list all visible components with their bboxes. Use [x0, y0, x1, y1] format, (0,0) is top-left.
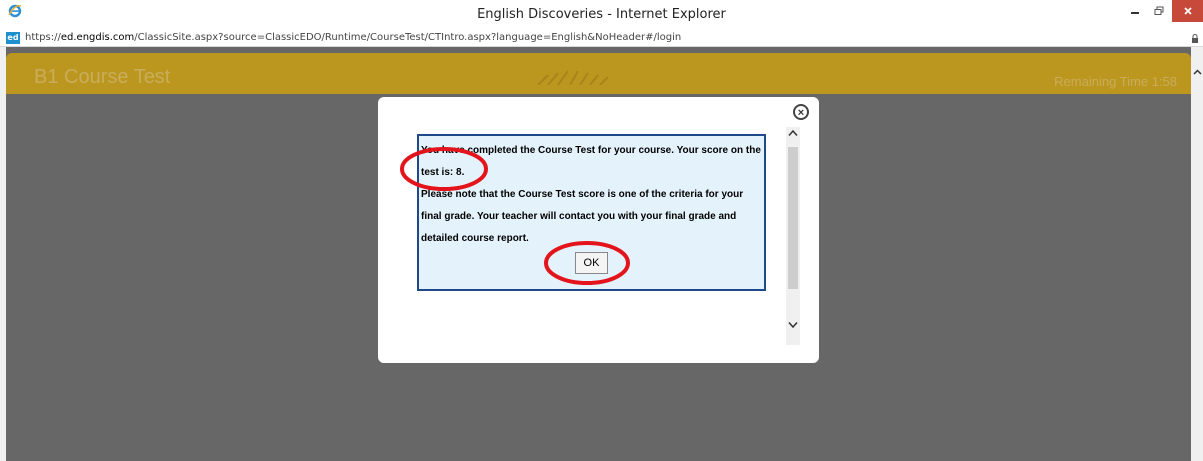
close-icon: [1183, 7, 1192, 15]
lock-icon: [1192, 34, 1198, 43]
score-prefix: test is:: [421, 167, 457, 178]
dialog-scrollbar[interactable]: [786, 127, 800, 345]
score-suffix: .: [461, 167, 465, 178]
course-header: B1 Course Test Remaining Time 1:58: [6, 53, 1191, 94]
window-titlebar: English Discoveries - Internet Explorer: [0, 0, 1203, 31]
message-line: final grade. Your teacher will contact y…: [421, 211, 737, 222]
score-dialog: × You have completed the Course Test for…: [378, 97, 819, 363]
scrollbar-thumb[interactable]: [788, 147, 798, 289]
scroll-up-icon[interactable]: [1193, 69, 1202, 75]
url-host: ed.engdis.com: [60, 32, 135, 43]
minimize-button[interactable]: [1124, 0, 1146, 22]
page-scrollbar[interactable]: [1191, 47, 1203, 461]
message-line: Please note that the Course Test score i…: [421, 189, 744, 200]
message-line-score: test is: 8.: [421, 162, 764, 184]
header-ornament-icon: [537, 70, 609, 85]
address-bar[interactable]: ed https://ed.engdis.com/ClassicSite.asp…: [0, 31, 1203, 47]
message-box: You have completed the Course Test for y…: [417, 134, 766, 291]
minimize-icon: [1131, 12, 1139, 14]
message-text: You have completed the Course Test for y…: [421, 140, 764, 250]
maximize-icon: [1154, 6, 1164, 15]
restore-button[interactable]: [1148, 0, 1170, 22]
url-text[interactable]: https://ed.engdis.com/ClassicSite.aspx?s…: [25, 32, 681, 43]
site-favicon: ed: [6, 32, 20, 44]
ok-button[interactable]: OK: [575, 252, 608, 274]
message-line: You have completed the Course Test for y…: [421, 145, 761, 156]
url-scheme: https://: [25, 32, 61, 43]
close-window-button[interactable]: [1172, 0, 1203, 22]
remaining-time: Remaining Time 1:58: [1054, 74, 1177, 89]
chevron-up-icon[interactable]: [788, 129, 798, 137]
dialog-close-button[interactable]: ×: [793, 104, 809, 120]
course-title: B1 Course Test: [34, 66, 171, 88]
message-line: detailed course report.: [421, 233, 529, 244]
window-title: English Discoveries - Internet Explorer: [477, 7, 726, 22]
chevron-down-icon[interactable]: [788, 321, 798, 329]
url-path: /ClassicSite.aspx?source=ClassicEDO/Runt…: [134, 32, 682, 43]
